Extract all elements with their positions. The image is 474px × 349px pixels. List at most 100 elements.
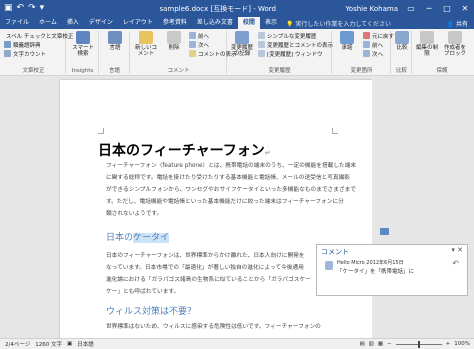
- crop-mark: [332, 128, 338, 134]
- commented-text[interactable]: ケータイ: [133, 233, 170, 243]
- block-authors-label: 作成者をブロック: [443, 45, 466, 57]
- proofing-status-icon[interactable]: ▣: [62, 341, 72, 347]
- comment-text[interactable]: 「ケータイ」を「携帯電話」に: [337, 267, 414, 275]
- group-label-changes: 変更箇所: [350, 68, 373, 74]
- language-icon: [108, 31, 122, 44]
- tracking-options: シンプルな変更履歴 変更履歴とコメントの表示 [変更履歴] ウィンドウ: [256, 31, 333, 58]
- delete-comment-label: 削除: [168, 45, 180, 51]
- tab-review[interactable]: 校閲: [237, 17, 260, 29]
- zoom-slider[interactable]: [395, 340, 442, 348]
- para1-line: フィーチャーフォン（feature phone）とは、携帯電話の端末のうち、一定…: [106, 163, 357, 169]
- tab-file[interactable]: ファイル: [0, 17, 34, 29]
- new-comment-label: 新しいコメント: [134, 45, 157, 57]
- thesaurus-icon: [4, 41, 11, 48]
- document-heading: 日本のフィーチャーフォン↵: [98, 140, 271, 160]
- comment-close-icon[interactable]: ✕: [457, 246, 463, 254]
- delete-comment-button[interactable]: 削除: [161, 31, 187, 51]
- tell-me-input[interactable]: 💡 実行したい作業を入力してください: [286, 19, 391, 28]
- track-changes-button[interactable]: 変更履歴の記録: [229, 31, 255, 57]
- thesaurus-label: 類義語辞典: [13, 42, 41, 49]
- accept-button[interactable]: 承諾: [334, 31, 360, 51]
- heading2-prefix: 日本の: [106, 233, 134, 243]
- crop-mark: [98, 128, 104, 134]
- group-proofing: スペル チェックと文章校正 類義語辞典 文字カウント 文章校正: [2, 31, 73, 74]
- previous-icon: [189, 32, 196, 39]
- undo-icon[interactable]: ↶: [17, 4, 25, 13]
- previous-change-icon: [363, 41, 370, 48]
- language-button[interactable]: 言語: [102, 31, 128, 51]
- restrict-editing-button[interactable]: 編集の制限: [414, 31, 440, 57]
- reply-icon[interactable]: ↶: [452, 259, 459, 268]
- group-compare: 比較 比較: [392, 31, 412, 74]
- group-label-compare: 比較: [395, 68, 407, 74]
- maximize-icon[interactable]: □: [438, 4, 456, 13]
- thesaurus-button[interactable]: 類義語辞典: [2, 40, 65, 49]
- group-label-insights: Insights: [71, 68, 94, 74]
- group-language: 言語 言語: [100, 31, 130, 74]
- ribbon-tab-bar: ファイル ホーム 挿入 デザイン レイアウト 参考資料 差し込み文書 校閲 表示…: [0, 17, 474, 29]
- language-status[interactable]: 日本語: [72, 340, 94, 348]
- customize-icon[interactable]: ▾: [40, 4, 45, 13]
- markup-label: シンプルな変更履歴: [267, 33, 317, 40]
- paragraph-3: 世界標準はないため、ウィルスに感染する危険性は低いです。フィーチャーフォンの: [106, 324, 321, 330]
- word-count-icon: [4, 50, 11, 57]
- tab-layout[interactable]: レイアウト: [118, 17, 158, 29]
- read-mode-icon[interactable]: ▤: [359, 341, 364, 347]
- tell-me-text: 実行したい作業を入力してください: [295, 20, 391, 28]
- track-changes-label: 変更履歴の記録: [230, 45, 253, 57]
- word-count-button[interactable]: 文字カウント: [2, 49, 65, 58]
- restore-icon[interactable]: ▭: [402, 4, 420, 13]
- new-comment-button[interactable]: 新しいコメント: [133, 31, 159, 57]
- redo-icon[interactable]: ↷: [28, 4, 36, 13]
- comment-indicator-icon[interactable]: [380, 228, 389, 235]
- document-page[interactable]: 日本のフィーチャーフォン↵ フィーチャーフォン（feature phone）とは…: [60, 80, 372, 338]
- group-label-comments: コメント: [167, 68, 190, 74]
- tab-references[interactable]: 参考資料: [158, 17, 192, 29]
- group-protect: 編集の制限 作成者をブロック 保護: [413, 31, 471, 74]
- group-tracking: 変更履歴の記録 シンプルな変更履歴 変更履歴とコメントの表示 [変更履歴] ウィ…: [228, 31, 333, 74]
- tab-insert[interactable]: 挿入: [62, 17, 84, 29]
- block-authors-button[interactable]: 作成者をブロック: [442, 31, 468, 57]
- quick-access-toolbar: ▣ ↶ ↷ ▾: [0, 4, 90, 13]
- tab-home[interactable]: ホーム: [34, 17, 62, 29]
- save-icon[interactable]: ▣: [4, 4, 13, 13]
- show-markup-icon: [258, 41, 265, 48]
- smart-lookup-button[interactable]: スマート検索: [70, 31, 96, 57]
- web-layout-icon[interactable]: ▦: [378, 341, 383, 347]
- tab-view[interactable]: 表示: [260, 17, 282, 29]
- smart-lookup-label: スマート検索: [72, 45, 94, 57]
- next-comment-label: 次へ: [198, 42, 210, 49]
- group-insights: スマート検索 Insights: [67, 31, 99, 74]
- language-label: 言語: [109, 45, 121, 51]
- comment-margin: [372, 76, 474, 338]
- reviewing-pane-button[interactable]: [変更履歴] ウィンドウ: [256, 49, 333, 58]
- minimize-icon[interactable]: ─: [420, 4, 438, 13]
- avatar: [325, 261, 333, 270]
- comment-menu-icon[interactable]: ▾: [451, 246, 455, 254]
- group-label-protect: 保護: [436, 68, 448, 74]
- share-button[interactable]: 👤 共有: [447, 19, 474, 28]
- spelling-button[interactable]: スペル チェックと文章校正: [2, 31, 73, 40]
- zoom-in-icon[interactable]: +: [446, 341, 451, 347]
- zoom-thumb[interactable]: [417, 340, 420, 348]
- status-bar: 2/4ページ 1260 文字 ▣ 日本語 ▤ ▥ ▦ − + 100%: [0, 338, 474, 349]
- comment-balloon[interactable]: コメント ▾ ✕ Hello Micro 2012年6月15日 「ケータイ」を「…: [316, 244, 468, 296]
- previous-comment-label: 前へ: [198, 33, 210, 40]
- show-markup-button[interactable]: 変更履歴とコメントの表示: [256, 40, 333, 49]
- tab-design[interactable]: デザイン: [84, 17, 118, 29]
- window-controls: ▭ ─ □ ✕: [402, 4, 474, 13]
- zoom-out-icon[interactable]: −: [387, 341, 392, 347]
- page-count[interactable]: 2/4ページ: [0, 340, 30, 348]
- zoom-level[interactable]: 100%: [454, 341, 470, 347]
- user-name[interactable]: Yoshie Kohama: [345, 5, 402, 13]
- compare-button[interactable]: 比較: [389, 31, 415, 51]
- markup-dropdown[interactable]: シンプルな変更履歴: [256, 31, 333, 40]
- word-count[interactable]: 1260 文字: [30, 340, 62, 348]
- new-comment-icon: [139, 31, 153, 44]
- print-layout-icon[interactable]: ▥: [369, 341, 374, 347]
- tab-mailings[interactable]: 差し込み文書: [192, 17, 238, 29]
- markup-icon: [258, 32, 265, 39]
- ribbon: スペル チェックと文章校正 類義語辞典 文字カウント 文章校正 スマート検索 I…: [0, 29, 474, 76]
- close-icon[interactable]: ✕: [456, 4, 474, 13]
- group-label-language: 言語: [108, 68, 120, 74]
